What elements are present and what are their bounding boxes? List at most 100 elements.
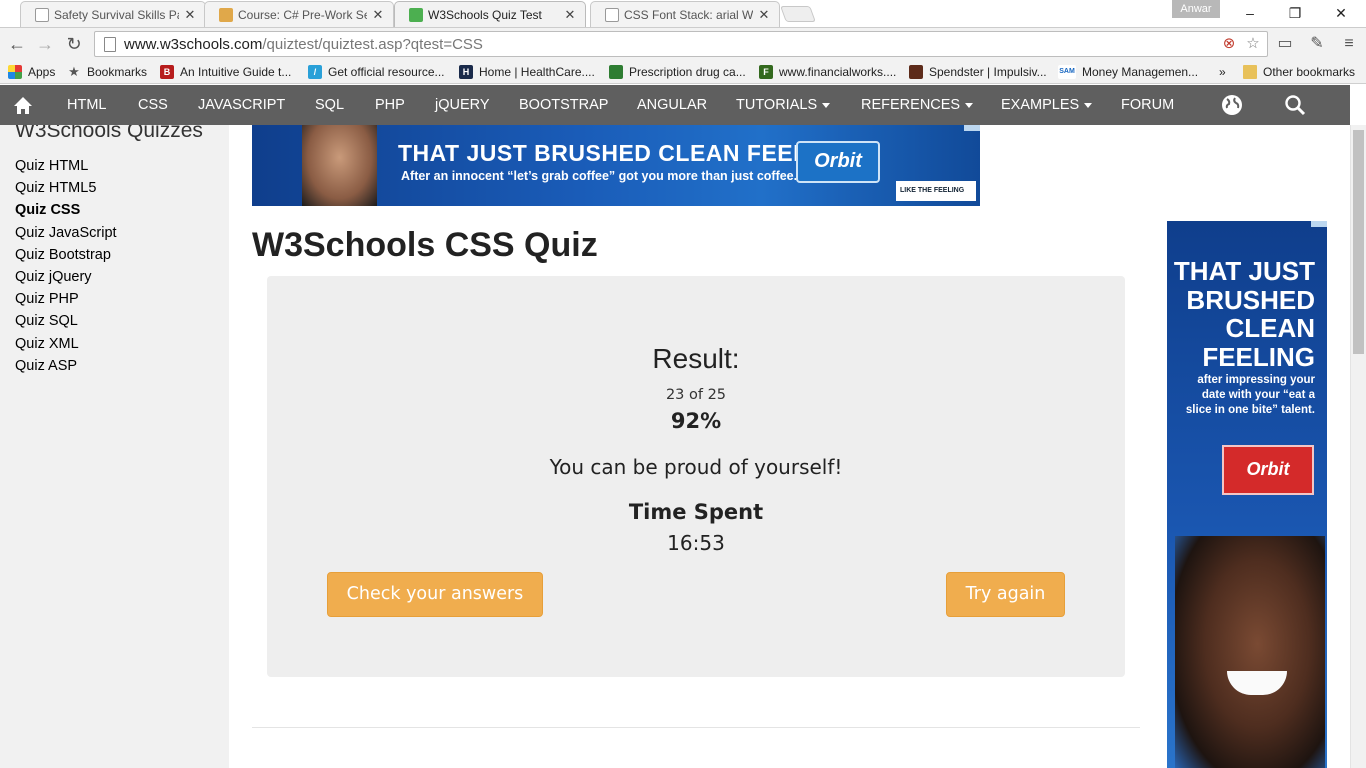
bookmark-official-resource[interactable]: / Get official resource... xyxy=(308,63,445,81)
person-favicon-icon xyxy=(909,65,923,79)
back-arrow-icon[interactable]: ← xyxy=(6,33,28,55)
close-window-icon[interactable]: ✕ xyxy=(1326,4,1356,22)
right-skyscraper-ad[interactable]: THAT JUST BRUSHED CLEAN FEELING after im… xyxy=(1167,221,1327,768)
nav-jquery[interactable]: jQUERY xyxy=(435,85,490,125)
leaf-favicon-icon xyxy=(609,65,623,79)
address-bar[interactable]: www.w3schools.com/quiztest/quiztest.asp?… xyxy=(94,31,1268,57)
bookmark-financialworks[interactable]: F www.financialworks.... xyxy=(759,63,896,81)
page-scrollbar[interactable] xyxy=(1350,125,1366,768)
page-favicon-icon xyxy=(605,7,619,22)
nav-sql[interactable]: SQL xyxy=(315,85,344,125)
time-spent-label: Time Spent xyxy=(628,500,764,524)
sidebar-item-quiz-sql[interactable]: Quiz SQL xyxy=(15,310,117,332)
apps-grid-icon xyxy=(8,65,22,79)
sidebar-item-quiz-jquery[interactable]: Quiz jQuery xyxy=(15,266,117,288)
bookmark-bookmarks[interactable]: ★ Bookmarks xyxy=(67,63,147,81)
folder-icon xyxy=(1243,65,1257,79)
reload-icon[interactable]: ↻ xyxy=(63,33,85,55)
sidebar-item-quiz-html5[interactable]: Quiz HTML5 xyxy=(15,177,117,199)
course-favicon-icon xyxy=(219,7,233,22)
page-info-icon[interactable] xyxy=(104,36,116,52)
caret-down-icon xyxy=(822,102,831,108)
close-tab-icon[interactable]: ✕ xyxy=(757,7,771,23)
sidebar-item-quiz-css[interactable]: Quiz CSS xyxy=(15,199,117,221)
profile-button[interactable]: Anwar xyxy=(1172,0,1220,18)
result-score: 23 of 25 xyxy=(665,387,727,403)
adchoices-icon[interactable] xyxy=(964,125,980,131)
bookmark-spendster[interactable]: Spendster | Impulsiv... xyxy=(909,63,1047,81)
result-percent: 92% xyxy=(670,409,722,433)
cast-icon[interactable]: ▭ xyxy=(1274,33,1296,55)
nav-examples[interactable]: EXAMPLES xyxy=(1001,85,1093,125)
nav-forum[interactable]: FORUM xyxy=(1121,85,1174,125)
browser-tab-cssfont[interactable]: CSS Font Stack: arial Web ✕ xyxy=(590,1,780,27)
nav-references[interactable]: REFERENCES xyxy=(861,85,974,125)
nav-css[interactable]: CSS xyxy=(138,85,168,125)
browser-toolbar: ← → ↻ www.w3schools.com/quiztest/quiztes… xyxy=(0,27,1366,60)
bookmark-intuitive-guide[interactable]: B An Intuitive Guide t... xyxy=(160,63,291,81)
sidebar-item-quiz-asp[interactable]: Quiz ASP xyxy=(15,355,117,377)
pen-favicon-icon: / xyxy=(308,65,322,79)
sidebar-item-quiz-html[interactable]: Quiz HTML xyxy=(15,155,117,177)
quiz-sidebar: W3Schools Quizzes Quiz HTML Quiz HTML5 Q… xyxy=(0,125,229,768)
nav-angular[interactable]: ANGULAR xyxy=(637,85,707,125)
close-tab-icon[interactable]: ✕ xyxy=(371,7,385,23)
nav-html[interactable]: HTML xyxy=(67,85,106,125)
sidebar-item-quiz-xml[interactable]: Quiz XML xyxy=(15,333,117,355)
blocked-cookie-icon[interactable]: ⊗ xyxy=(1219,34,1239,54)
eyedropper-extension-icon[interactable]: ✎ xyxy=(1306,33,1328,55)
home-icon[interactable] xyxy=(12,85,38,125)
url-text: www.w3schools.com/quiztest/quiztest.asp?… xyxy=(124,35,483,53)
be-favicon-icon: B xyxy=(160,65,174,79)
check-answers-button[interactable]: Check your answers xyxy=(327,572,543,617)
search-icon[interactable] xyxy=(1283,85,1307,125)
sidebar-item-quiz-bootstrap[interactable]: Quiz Bootstrap xyxy=(15,244,117,266)
ad-right-model-image xyxy=(1175,536,1325,768)
browser-tab-strip: Safety Survival Skills Part 1 ✕ Course: … xyxy=(0,0,1366,27)
close-tab-icon[interactable]: ✕ xyxy=(183,7,197,23)
sidebar-item-quiz-php[interactable]: Quiz PHP xyxy=(15,288,117,310)
ad-right-subtext: after impressing your date with your “ea… xyxy=(1185,374,1315,416)
new-tab-button[interactable] xyxy=(780,6,816,22)
browser-tab-course[interactable]: Course: C# Pre-Work Sept ✕ xyxy=(204,1,394,27)
bookmark-healthcare[interactable]: H Home | HealthCare.... xyxy=(459,63,595,81)
hc-favicon-icon: H xyxy=(459,65,473,79)
nav-bootstrap[interactable]: BOOTSTRAP xyxy=(519,85,608,125)
bookmark-star-icon[interactable]: ☆ xyxy=(1243,34,1263,54)
close-tab-icon[interactable]: ✕ xyxy=(563,7,577,23)
minimize-icon[interactable]: – xyxy=(1235,4,1265,22)
forward-arrow-icon[interactable]: → xyxy=(34,33,56,55)
scrollbar-thumb[interactable] xyxy=(1353,130,1364,354)
fw-favicon-icon: F xyxy=(759,65,773,79)
bookmarks-overflow-button[interactable]: » xyxy=(1219,63,1226,81)
nav-php[interactable]: PHP xyxy=(375,85,405,125)
menu-icon[interactable]: ≡ xyxy=(1338,33,1360,55)
ad-subtext: After an innocent “let’s grab coffee” go… xyxy=(401,169,798,183)
restore-icon[interactable]: ❐ xyxy=(1280,4,1310,22)
bookmark-prescription[interactable]: Prescription drug ca... xyxy=(609,63,746,81)
result-message: You can be proud of yourself! xyxy=(549,455,843,479)
w3schools-favicon-icon xyxy=(409,7,423,22)
sidebar-item-quiz-javascript[interactable]: Quiz JavaScript xyxy=(15,222,117,244)
ad-like-badge: LIKE THE FEELING xyxy=(896,181,976,201)
nav-javascript[interactable]: JAVASCRIPT xyxy=(198,85,285,125)
ad-right-headline: THAT JUST BRUSHED CLEAN FEELING xyxy=(1173,256,1315,372)
top-banner-ad[interactable]: THAT JUST BRUSHED CLEAN FEELING After an… xyxy=(252,125,980,206)
browser-tab-safety[interactable]: Safety Survival Skills Part 1 ✕ xyxy=(20,1,206,27)
adchoices-icon[interactable] xyxy=(1311,221,1327,227)
ad-headline: THAT JUST BRUSHED CLEAN FEELING xyxy=(398,140,851,166)
bookmark-apps[interactable]: Apps xyxy=(8,63,55,81)
sidebar-heading: W3Schools Quizzes xyxy=(15,125,203,142)
bookmark-money-management[interactable]: SAM Money Managemen... xyxy=(1058,63,1198,81)
caret-down-icon xyxy=(965,102,974,108)
bookmark-other[interactable]: Other bookmarks xyxy=(1243,63,1355,81)
browser-tab-w3schools[interactable]: W3Schools Quiz Test ✕ xyxy=(394,1,586,27)
try-again-button[interactable]: Try again xyxy=(946,572,1065,617)
home-icon-glyph xyxy=(14,97,32,114)
nav-tutorials[interactable]: TUTORIALS xyxy=(736,85,831,125)
page-favicon-icon xyxy=(35,7,49,22)
site-top-nav: HTML CSS JAVASCRIPT SQL PHP jQUERY BOOTS… xyxy=(0,85,1350,125)
globe-icon[interactable] xyxy=(1220,85,1244,125)
caret-down-icon xyxy=(1084,102,1093,108)
quiz-result-panel: Result: 23 of 25 92% You can be proud of… xyxy=(267,276,1125,677)
